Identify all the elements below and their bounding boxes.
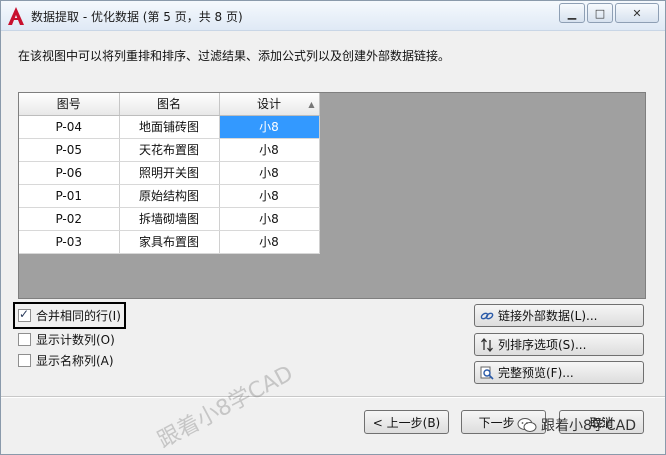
table-cell[interactable]: 小8 [219,138,320,162]
table-cell[interactable]: P-05 [19,138,120,162]
table-cell-selected[interactable]: 小8 [219,115,320,139]
watermark-text: 跟着小8学CAD [153,361,298,454]
show-count-label: 显示计数列(O) [36,333,115,347]
minimize-button[interactable]: ▁ [559,3,585,23]
column-header-drawing-name[interactable]: 图名 [119,93,220,116]
table-cell[interactable]: P-01 [19,184,120,208]
table-cell[interactable]: 拆墙砌墙图 [119,207,220,231]
data-grid[interactable]: 图号 图名 设计 ▲ P-04 地面铺砖图 小8 P-05 天花布置图 小8 P-… [18,92,646,299]
table-cell[interactable]: 照明开关图 [119,161,220,185]
column-sort-options-button[interactable]: 列排序选项(S)... [474,333,644,356]
show-count-checkbox[interactable] [18,333,31,346]
full-preview-button[interactable]: 完整预览(F)... [474,361,644,384]
show-name-checkbox[interactable] [18,354,31,367]
full-preview-label: 完整预览(F)... [498,366,574,380]
table-cell[interactable]: 小8 [219,230,320,254]
footer-separator [1,396,665,398]
table-cell[interactable]: 家具布置图 [119,230,220,254]
link-external-data-label: 链接外部数据(L)... [498,309,598,323]
link-external-data-button[interactable]: 链接外部数据(L)... [474,304,644,327]
merge-rows-checkbox[interactable]: ✓ [18,307,31,322]
checkmark-icon: ✓ [19,307,30,321]
title-bar: 数据提取 - 优化数据 (第 5 页，共 8 页) ▁ □ ✕ [1,1,665,31]
close-icon: ✕ [632,6,642,20]
table-cell[interactable]: 小8 [219,207,320,231]
link-chain-icon [480,312,494,319]
table-cell[interactable]: 原始结构图 [119,184,220,208]
table-row[interactable]: P-04 地面铺砖图 小8 [19,115,320,139]
column-header-drawing-no[interactable]: 图号 [19,93,120,116]
sort-ascending-icon: ▲ [308,100,315,109]
maximize-icon: □ [594,6,606,20]
show-name-label: 显示名称列(A) [36,354,114,368]
column-sort-options-label: 列排序选项(S)... [498,338,587,352]
table-cell[interactable]: 小8 [219,161,320,185]
minimize-icon: ▁ [567,6,577,20]
table-cell[interactable]: P-06 [19,161,120,185]
table-cell[interactable]: P-02 [19,207,120,231]
table-row[interactable]: P-06 照明开关图 小8 [19,161,320,185]
window-controls: ▁ □ ✕ [557,3,659,25]
watermark-badge-label: 跟着小8学CAD [541,418,637,434]
autocad-logo-icon [8,7,24,25]
wechat-logo-icon [517,418,537,432]
table-cell[interactable]: 小8 [219,184,320,208]
table-row[interactable]: P-01 原始结构图 小8 [19,184,320,208]
merge-rows-option[interactable]: ✓ 合并相同的行(I) [13,302,126,329]
data-table: 图号 图名 设计 ▲ P-04 地面铺砖图 小8 P-05 天花布置图 小8 P-… [19,93,320,254]
dialog-window: 数据提取 - 优化数据 (第 5 页，共 8 页) ▁ □ ✕ 在该视图中可以将… [0,0,666,455]
column-header-designer[interactable]: 设计 ▲ [219,93,320,116]
table-cell[interactable]: P-04 [19,115,120,139]
table-cell[interactable]: 地面铺砖图 [119,115,220,139]
maximize-button[interactable]: □ [587,3,613,23]
window-title: 数据提取 - 优化数据 (第 5 页，共 8 页) [31,10,243,24]
table-cell[interactable]: 天花布置图 [119,138,220,162]
sort-arrows-icon [481,337,493,352]
watermark-badge: 跟着小8学CAD [517,415,636,435]
table-row[interactable]: P-02 拆墙砌墙图 小8 [19,207,320,231]
show-count-option[interactable]: 显示计数列(O) [18,331,115,348]
table-cell[interactable]: P-03 [19,230,120,254]
table-row[interactable]: P-03 家具布置图 小8 [19,230,320,254]
description-text: 在该视图中可以将列重排和排序、过滤结果、添加公式列以及创建外部数据链接。 [18,49,451,63]
table-header-row: 图号 图名 设计 ▲ [19,93,320,116]
magnifier-icon [480,366,494,380]
table-row[interactable]: P-05 天花布置图 小8 [19,138,320,162]
back-button[interactable]: < 上一步(B) [364,410,449,434]
close-button[interactable]: ✕ [615,3,659,23]
show-name-option[interactable]: 显示名称列(A) [18,352,114,369]
merge-rows-label: 合并相同的行(I) [36,309,121,323]
